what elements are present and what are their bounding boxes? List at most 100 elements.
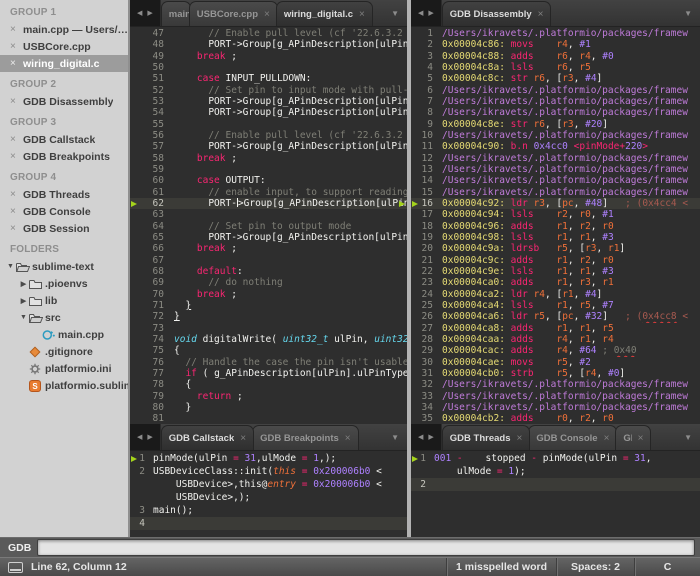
code-line[interactable]: 1/Users/ikravets/.platformio/packages/fr…: [411, 28, 700, 39]
next-tab-icon[interactable]: ▶: [147, 433, 152, 441]
close-icon[interactable]: ×: [10, 134, 23, 145]
code-line[interactable]: 73: [130, 323, 407, 334]
sidebar-item-gdb-threads[interactable]: ×GDB Threads: [0, 186, 128, 203]
code-line[interactable]: USBDevice>,);: [130, 491, 407, 504]
code-line[interactable]: 65 PORT->Group[g_APinDescription[ulPin]: [130, 232, 407, 243]
code-line[interactable]: 1001 - stopped - pinMode(ulPin = 31,: [411, 452, 700, 465]
sidebar-item-gdb-breakpoints[interactable]: ×GDB Breakpoints: [0, 148, 128, 165]
code-line[interactable]: 250x00004ca4: lsls r1, r5, #7: [411, 300, 700, 311]
tree-item-main-cpp[interactable]: main.cpp: [0, 326, 128, 343]
code-line[interactable]: 56 // Enable pull level (cf '22.6.3.2 I: [130, 130, 407, 141]
code-line[interactable]: 54 PORT->Group[g_APinDescription[ulPin]: [130, 107, 407, 118]
sidebar-item-gdb-console[interactable]: ×GDB Console: [0, 203, 128, 220]
sidebar-item-usbcore-cpp[interactable]: ×USBCore.cpp: [0, 38, 128, 55]
status-c[interactable]: C: [634, 558, 700, 576]
code-line[interactable]: 51 case INPUT_PULLDOWN:: [130, 73, 407, 84]
code-line[interactable]: 55: [130, 119, 407, 130]
prev-tab-icon[interactable]: ◀: [137, 433, 142, 441]
code-line[interactable]: 4: [130, 517, 407, 530]
status-1-misspelled-word[interactable]: 1 misspelled word: [446, 558, 556, 576]
code-line[interactable]: 2: [411, 478, 700, 491]
code-line[interactable]: 3main();: [130, 504, 407, 517]
sidebar-item-gdb-callstack[interactable]: ×GDB Callstack: [0, 131, 128, 148]
expand-arrow-icon[interactable]: ▶: [18, 297, 29, 305]
code-line[interactable]: 20x00004c86: movs r4, #1: [411, 39, 700, 50]
tab-gdb-callstack[interactable]: GDB Callstack×: [161, 425, 254, 450]
panel-toggle-icon[interactable]: [8, 562, 23, 573]
editor-gdb-callstack[interactable]: 1pinMode(ulPin = 31,ulMode = 1,);2USBDev…: [130, 451, 407, 537]
code-line[interactable]: 59: [130, 164, 407, 175]
code-line[interactable]: 290x00004cac: adds r4, #64 ; 0x40: [411, 345, 700, 356]
tab-close-icon[interactable]: ×: [240, 433, 246, 444]
next-tab-icon[interactable]: ▶: [147, 9, 152, 17]
code-line[interactable]: 52 // Set pin to input mode with pull-d: [130, 85, 407, 96]
tab-close-icon[interactable]: ×: [517, 433, 523, 444]
code-line[interactable]: 8/Users/ikravets/.platformio/packages/fr…: [411, 107, 700, 118]
code-line[interactable]: 53 PORT->Group[g_APinDescription[ulPin]: [130, 96, 407, 107]
tree-item-src[interactable]: ▼src: [0, 309, 128, 326]
code-line[interactable]: 12/Users/ikravets/.platformio/packages/f…: [411, 153, 700, 164]
prev-tab-icon[interactable]: ◀: [418, 9, 423, 17]
tab-gdb-session[interactable]: GDB Session×: [615, 425, 651, 450]
code-line[interactable]: 30x00004c88: adds r6, r4, #0: [411, 51, 700, 62]
tab-main-cpp[interactable]: main.cpp: [161, 1, 191, 26]
code-line[interactable]: 72}: [130, 311, 407, 322]
code-line[interactable]: 210x00004c9c: adds r1, r2, r0: [411, 255, 700, 266]
code-line[interactable]: 80 }: [130, 402, 407, 413]
code-line[interactable]: 61 // enable input, to support reading b: [130, 187, 407, 198]
sidebar-item-main-cpp-users-sa[interactable]: ×main.cpp — Users/…/sa: [0, 21, 128, 38]
code-line[interactable]: 240x00004ca2: ldr r4, [r1, #4]: [411, 289, 700, 300]
code-line[interactable]: 6/Users/ikravets/.platformio/packages/fr…: [411, 85, 700, 96]
code-line[interactable]: 71 }: [130, 300, 407, 311]
code-line[interactable]: 90x00004c8e: str r6, [r3, #20]: [411, 119, 700, 130]
tree-item-sublime-text[interactable]: ▼sublime-text: [0, 258, 128, 275]
code-line[interactable]: 1pinMode(ulPin = 31,ulMode = 1,);: [130, 452, 407, 465]
tab-wiring-digital-c[interactable]: wiring_digital.c×: [276, 1, 373, 26]
code-line[interactable]: 57 PORT->Group[g_APinDescription[ulPin]: [130, 141, 407, 152]
collapse-arrow-icon[interactable]: ▼: [5, 263, 16, 270]
code-line[interactable]: 62 PORT->Group[g_APinDescription[ulPin]: [130, 198, 407, 209]
next-tab-icon[interactable]: ▶: [428, 433, 433, 441]
close-icon[interactable]: ×: [10, 58, 23, 69]
close-icon[interactable]: ×: [10, 24, 23, 35]
code-line[interactable]: 60 case OUTPUT:: [130, 175, 407, 186]
close-icon[interactable]: ×: [10, 96, 23, 107]
tab-gdb-disassembly[interactable]: GDB Disassembly×: [442, 1, 552, 26]
code-line[interactable]: 32/Users/ikravets/.platformio/packages/f…: [411, 379, 700, 390]
code-line[interactable]: 110x00004c90: b.n 0x4cc0 <pinMode+220>: [411, 141, 700, 152]
editor-gdb-threads[interactable]: 1001 - stopped - pinMode(ulPin = 31, ulM…: [411, 451, 700, 537]
tab-overflow-icon[interactable]: ▼: [383, 433, 407, 442]
code-line[interactable]: 63: [130, 209, 407, 220]
code-line[interactable]: 260x00004ca6: ldr r5, [pc, #32] ; (0x4cc…: [411, 311, 700, 322]
code-line[interactable]: 280x00004caa: adds r4, r1, r4: [411, 334, 700, 345]
tab-overflow-icon[interactable]: ▼: [676, 9, 700, 18]
sidebar-item-gdb-disassembly[interactable]: ×GDB Disassembly: [0, 93, 128, 110]
code-line[interactable]: 40x00004c8a: lsls r6, r5: [411, 62, 700, 73]
code-line[interactable]: 170x00004c94: lsls r2, r0, #1: [411, 209, 700, 220]
code-line[interactable]: 13/Users/ikravets/.platformio/packages/f…: [411, 164, 700, 175]
code-line[interactable]: 15/Users/ikravets/.platformio/packages/f…: [411, 187, 700, 198]
next-tab-icon[interactable]: ▶: [428, 9, 433, 17]
code-line[interactable]: 220x00004c9e: lsls r1, r1, #3: [411, 266, 700, 277]
prev-tab-icon[interactable]: ◀: [137, 9, 142, 17]
code-line[interactable]: 10/Users/ikravets/.platformio/packages/f…: [411, 130, 700, 141]
code-line[interactable]: 300x00004cae: movs r5, #2: [411, 357, 700, 368]
tab-close-icon[interactable]: ×: [345, 433, 351, 444]
code-line[interactable]: 67: [130, 255, 407, 266]
code-line[interactable]: 50x00004c8c: str r6, [r3, #4]: [411, 73, 700, 84]
code-line[interactable]: 14/Users/ikravets/.platformio/packages/f…: [411, 175, 700, 186]
code-line[interactable]: 74void digitalWrite( uint32_t ulPin, uin…: [130, 334, 407, 345]
tab-gdb-breakpoints[interactable]: GDB Breakpoints×: [252, 425, 359, 450]
code-line[interactable]: 50: [130, 62, 407, 73]
code-line[interactable]: 78 {: [130, 379, 407, 390]
collapse-arrow-icon[interactable]: ▼: [18, 314, 29, 321]
tree-item-gitignore[interactable]: .gitignore: [0, 343, 128, 360]
code-line[interactable]: 79 return ;: [130, 391, 407, 402]
tree-item-platformio-ini[interactable]: platformio.ini: [0, 360, 128, 377]
code-line[interactable]: 47 // Enable pull level (cf '22.6.3.2 I: [130, 28, 407, 39]
code-line[interactable]: 64 // Set pin to output mode: [130, 221, 407, 232]
code-line[interactable]: ulMode = 1);: [411, 465, 700, 478]
prev-tab-icon[interactable]: ◀: [418, 433, 423, 441]
tab-overflow-icon[interactable]: ▼: [676, 433, 700, 442]
code-line[interactable]: 70 break ;: [130, 289, 407, 300]
